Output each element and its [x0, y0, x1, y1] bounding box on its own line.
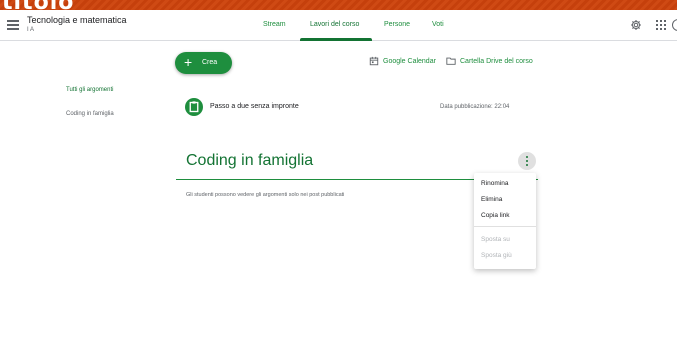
menu-divider: [474, 226, 536, 227]
top-bar: Tecnologia e matematica I A Stream Lavor…: [0, 10, 677, 41]
course-section: I A: [27, 27, 35, 33]
menu-item-sposta-giu: Sposta giù: [481, 252, 512, 259]
apps-grid-icon[interactable]: [656, 20, 666, 30]
post-date: Data pubblicazione: 22:04: [440, 104, 510, 110]
folder-icon: [446, 57, 456, 65]
avatar[interactable]: [672, 19, 677, 31]
post-row[interactable]: Passo a due senza impronte Data pubblica…: [176, 92, 538, 128]
tab-lavori-del-corso[interactable]: Lavori del corso: [310, 21, 359, 28]
topic-context-menu: Rinomina Elimina Copia link Sposta su Sp…: [474, 173, 536, 269]
tab-persone[interactable]: Persone: [384, 21, 410, 28]
gear-icon[interactable]: [630, 19, 642, 31]
calendar-icon: [369, 56, 379, 66]
menu-icon[interactable]: [7, 20, 19, 30]
tab-voti[interactable]: Voti: [432, 21, 444, 28]
sidebar-item-coding-in-famiglia[interactable]: Coding in famiglia: [66, 111, 114, 117]
course-name[interactable]: Tecnologia e matematica: [27, 15, 127, 25]
post-title: Passo a due senza impronte: [210, 103, 299, 110]
topic-visibility-note: Gli studenti possono vedere gli argoment…: [186, 192, 345, 198]
menu-item-rinomina[interactable]: Rinomina: [481, 180, 508, 187]
active-tab-indicator: [300, 38, 372, 41]
create-button[interactable]: + Crea: [175, 52, 232, 74]
menu-item-elimina[interactable]: Elimina: [481, 196, 502, 203]
drive-folder-label: Cartella Drive del corso: [460, 58, 533, 65]
google-calendar-link[interactable]: Google Calendar: [369, 56, 441, 68]
tab-stream[interactable]: Stream: [263, 21, 286, 28]
topic-title: Coding in famiglia: [186, 152, 314, 169]
plus-icon: +: [184, 54, 193, 70]
google-calendar-label: Google Calendar: [383, 58, 436, 65]
menu-item-sposta-su: Sposta su: [481, 236, 510, 243]
more-vert-icon[interactable]: [518, 152, 536, 170]
menu-item-copia-link[interactable]: Copia link: [481, 212, 510, 219]
assignment-icon: [185, 98, 203, 116]
sidebar-item-tutti-gli-argomenti[interactable]: Tutti gli argomenti: [66, 87, 113, 93]
classroom-window: Tecnologia e matematica I A Stream Lavor…: [0, 10, 677, 348]
create-button-label: Crea: [202, 59, 218, 66]
drive-folder-link[interactable]: Cartella Drive del corso: [446, 56, 538, 68]
